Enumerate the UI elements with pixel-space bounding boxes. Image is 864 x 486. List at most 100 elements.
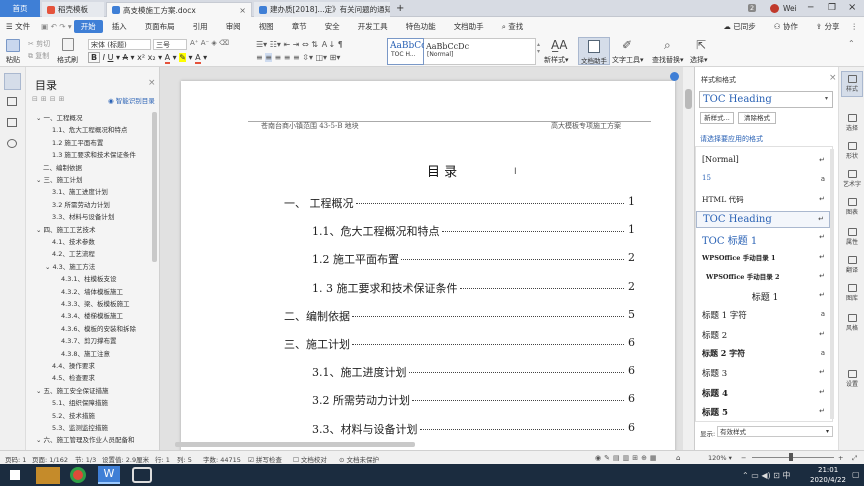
smart-toc-button[interactable]: ◉ 智能识别目录: [108, 95, 155, 105]
styles-tool[interactable]: 样式: [841, 71, 863, 97]
chevron-down-icon[interactable]: ⌄: [36, 226, 41, 234]
new-style-icon[interactable]: A̲A: [551, 38, 567, 52]
translate-tool[interactable]: 翻译: [839, 253, 864, 274]
notifications-icon[interactable]: ▢: [852, 470, 860, 479]
chevron-down-icon[interactable]: ⌄: [36, 176, 41, 184]
web-view-icon[interactable]: ⌂: [676, 454, 680, 462]
close-icon[interactable]: ×: [236, 6, 246, 15]
toc-item[interactable]: 3.2 所需劳动力计划: [45, 199, 110, 209]
toc-item[interactable]: ⌄ 4.3、施工方法: [45, 261, 95, 271]
fit-page-icon[interactable]: ⤢: [852, 454, 857, 463]
style-item[interactable]: TOC Heading ↵: [696, 210, 830, 228]
toc-item[interactable]: 5.3、监测监控措施: [45, 422, 108, 432]
close-icon[interactable]: ×: [829, 73, 837, 83]
menu-search[interactable]: ⌕ 查找: [493, 21, 533, 32]
format-painter-button[interactable]: 格式刷: [57, 55, 78, 65]
user-name[interactable]: Wei: [783, 4, 797, 13]
view-mode-icons[interactable]: ◉✎▤▥⊞⊕▦: [595, 454, 660, 462]
toc-item[interactable]: 1.3 施工要求和技术保证条件: [45, 149, 136, 159]
toc-entry[interactable]: 3.2 所需劳动力计划 6: [181, 392, 675, 408]
menu-references[interactable]: 引用: [184, 21, 217, 32]
menu-chapter[interactable]: 章节: [283, 21, 316, 32]
search-pane-icon[interactable]: [7, 139, 17, 148]
close-icon[interactable]: ×: [148, 78, 156, 88]
style-item[interactable]: 标题 2 ↵: [696, 327, 830, 344]
style-gallery-scroll-icon[interactable]: ▴ ▾: [537, 41, 540, 55]
collapse-ribbon-icon[interactable]: ⌃: [848, 39, 855, 48]
menu-review[interactable]: 审阅: [217, 21, 250, 32]
shape-tool[interactable]: 形状: [839, 139, 864, 160]
settings-tool[interactable]: 设置: [839, 367, 864, 388]
tab-formwork-plan[interactable]: 高支模施工方案.docx ×: [106, 2, 252, 17]
wps-writer-icon[interactable]: W: [98, 466, 120, 484]
toc-item[interactable]: 5.2、技术措施: [45, 410, 95, 420]
tab-docer-templates[interactable]: 稻壳模板: [42, 2, 104, 17]
theme-tool[interactable]: 风格: [839, 311, 864, 332]
windows-start-icon[interactable]: [10, 470, 20, 480]
toc-entry[interactable]: 1. 3 施工要求和技术保证条件 2: [181, 280, 675, 296]
toc-item[interactable]: 4.3.1、柱模板支设: [54, 273, 117, 283]
tray-icons[interactable]: ⌃ ▭ ◀) ⊡ 中: [742, 470, 790, 481]
paragraph-align-icons[interactable]: ≡ ≡ ≡ ≡ ≡ ⇳▾ ◫▾ ⊞▾: [256, 53, 340, 62]
chevron-down-icon[interactable]: ⌄: [36, 114, 41, 122]
zoom-in-icon[interactable]: +: [838, 454, 843, 462]
style-toc-heading[interactable]: AaBbCc TOC H...: [387, 38, 426, 65]
properties-tool[interactable]: 属性: [839, 225, 864, 246]
document-page[interactable]: 苍南台商小镇范围 43-5-B 地块 高大模板专项施工方案 目 录 I 一、 工…: [181, 81, 675, 450]
style-item[interactable]: 标题 1 ↵: [696, 288, 830, 305]
style-item[interactable]: TOC 标题 1 ↵: [696, 230, 830, 247]
chrome-icon[interactable]: [70, 467, 86, 483]
location-pin-icon[interactable]: [670, 72, 679, 81]
toc-item[interactable]: 1.1、危大工程概况和特点: [45, 124, 127, 134]
toc-nav-icon[interactable]: [4, 73, 21, 90]
select-button[interactable]: 选择▾: [690, 55, 708, 65]
toc-entry[interactable]: 3.1、施工进度计划 6: [181, 364, 675, 380]
wordart-tool[interactable]: 艺术字: [839, 167, 864, 188]
chapter-pane-icon[interactable]: [7, 118, 17, 127]
style-item[interactable]: 标题 3 ↵: [696, 365, 830, 382]
text-tools-button[interactable]: 文字工具▾: [612, 55, 644, 65]
doc-protection-status[interactable]: ⊙ 文档未保护: [339, 454, 379, 464]
toc-entry[interactable]: 1.2 施工平面布置 2: [181, 251, 675, 267]
zoom-slider-handle[interactable]: [789, 453, 793, 461]
style-list-scrollbar[interactable]: [830, 149, 834, 419]
style-item[interactable]: WPSOffice 手动目录 2 ↵: [696, 269, 830, 286]
zoom-level[interactable]: 120% ▾: [708, 454, 732, 462]
toc-item[interactable]: 4.4、操作要求: [45, 360, 95, 370]
text-tools-icon[interactable]: ✐: [622, 38, 632, 52]
toc-entry[interactable]: 3.3、材料与设备计划 6: [181, 421, 675, 437]
toc-item[interactable]: 4.3.6、模板的安装和拆除: [54, 323, 136, 333]
more-icon[interactable]: ⋮: [849, 22, 864, 31]
menu-file[interactable]: ☰ 文件: [0, 21, 39, 32]
zoom-out-icon[interactable]: −: [741, 454, 746, 462]
new-style-button[interactable]: 新样式...: [700, 112, 734, 124]
toc-entry[interactable]: 1.1、危大工程概况和特点 1: [181, 223, 675, 239]
toc-item[interactable]: 3.3、材料与设备计划: [45, 211, 114, 221]
close-window-icon[interactable]: ×: [848, 2, 856, 13]
toc-item[interactable]: 3.1、施工进度计划: [45, 186, 108, 196]
find-replace-icon[interactable]: ⌕: [664, 38, 671, 53]
style-item[interactable]: 标题 2 字符 a: [696, 346, 830, 363]
toc-item[interactable]: 4.1、技术参数: [45, 236, 95, 246]
paste-icon[interactable]: [6, 39, 20, 52]
toc-item[interactable]: 4.3.3、梁、板模板施工: [54, 298, 130, 308]
menu-layout[interactable]: 页面布局: [136, 21, 184, 32]
bookmark-pane-icon[interactable]: [7, 97, 17, 106]
toc-item[interactable]: 4.5、检查要求: [45, 372, 95, 382]
chevron-down-icon[interactable]: ⌄: [36, 436, 41, 444]
style-item[interactable]: [Normal] ↵: [696, 153, 830, 170]
toc-item[interactable]: 二、编制依据: [36, 162, 82, 172]
menu-insert[interactable]: 插入: [103, 21, 136, 32]
show-filter-select[interactable]: 有效样式 ▾: [717, 426, 833, 437]
menu-start[interactable]: 开始: [73, 19, 103, 33]
clear-format-button[interactable]: 清除格式: [738, 112, 776, 124]
status-word-count[interactable]: 字数: 44715: [203, 454, 241, 464]
toc-item[interactable]: ⌄ 四、施工工艺技术: [36, 224, 95, 234]
gallery-tool[interactable]: 图库: [839, 281, 864, 302]
select-cursor-icon[interactable]: ⇱: [696, 38, 706, 52]
style-item[interactable]: 标题 1 字符 a: [696, 307, 830, 324]
collaborate-button[interactable]: ⚇ 协作: [765, 21, 807, 32]
menu-features[interactable]: 特色功能: [397, 21, 445, 32]
sync-status[interactable]: ☁ 已同步: [714, 21, 764, 32]
share-button[interactable]: ⇪ 分享: [807, 21, 849, 32]
